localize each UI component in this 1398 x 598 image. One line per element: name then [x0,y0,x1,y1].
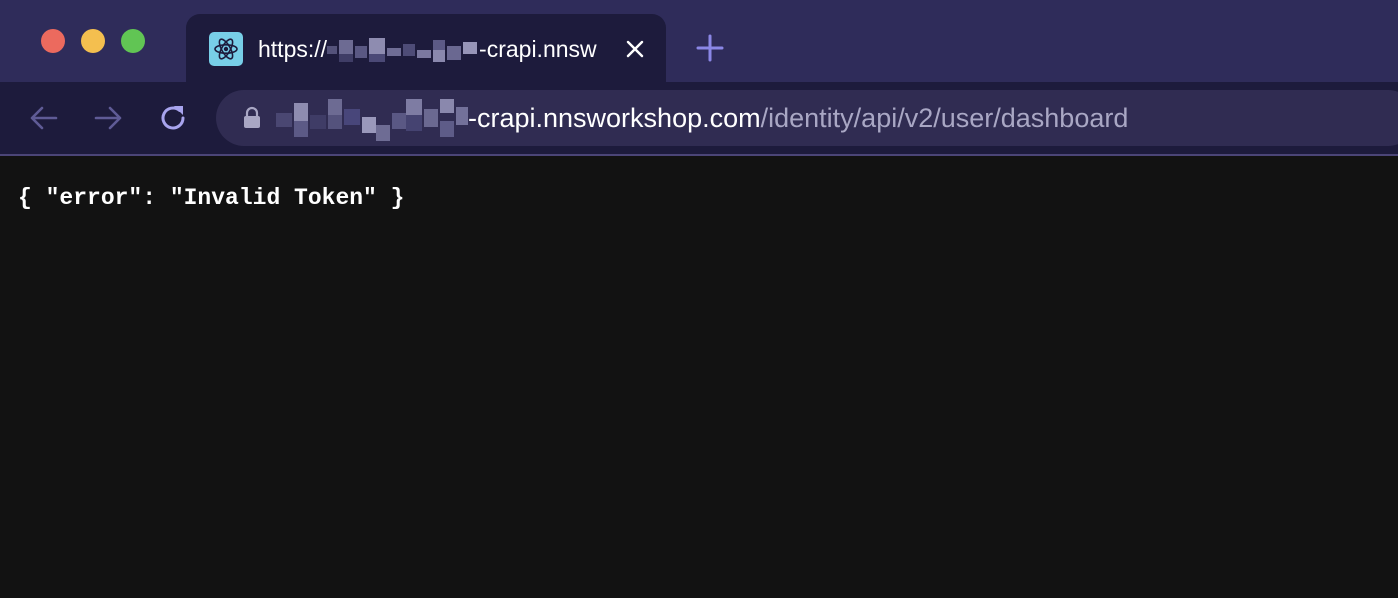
redacted-host-block [327,37,479,62]
address-bar-url: -crapi.nnsworkshop.com/identity/api/v2/u… [276,90,1128,146]
json-response-body: { "error": "Invalid Token" } [18,185,405,211]
address-bar[interactable]: -crapi.nnsworkshop.com/identity/api/v2/u… [216,90,1398,146]
plus-icon[interactable] [694,32,726,64]
address-bar-host: -crapi.nnsworkshop.com [468,103,761,133]
tab-title: https:// -crapi.nnsw [258,32,606,66]
browser-window: https:// -crapi.nnsw -crapi.nnsworkshop.… [0,0,1398,598]
address-bar-path: /identity/api/v2/user/dashboard [760,103,1129,133]
tab-title-suffix: -crapi.nnsw [479,36,597,62]
lock-icon[interactable] [240,106,264,130]
redacted-url-block [276,95,468,143]
tab-title-prefix: https:// [258,36,328,62]
close-icon[interactable] [622,36,648,62]
close-window-button[interactable] [41,29,65,53]
zoom-window-button[interactable] [121,29,145,53]
react-logo-icon [209,32,243,66]
page-content: { "error": "Invalid Token" } [0,156,1398,598]
browser-toolbar: -crapi.nnsworkshop.com/identity/api/v2/u… [0,82,1398,154]
arrow-right-icon[interactable] [90,100,126,136]
minimize-window-button[interactable] [81,29,105,53]
browser-tab-active[interactable]: https:// -crapi.nnsw [186,14,666,86]
reload-icon[interactable] [155,100,191,136]
tab-strip: https:// -crapi.nnsw [0,0,1398,86]
arrow-left-icon[interactable] [26,100,62,136]
